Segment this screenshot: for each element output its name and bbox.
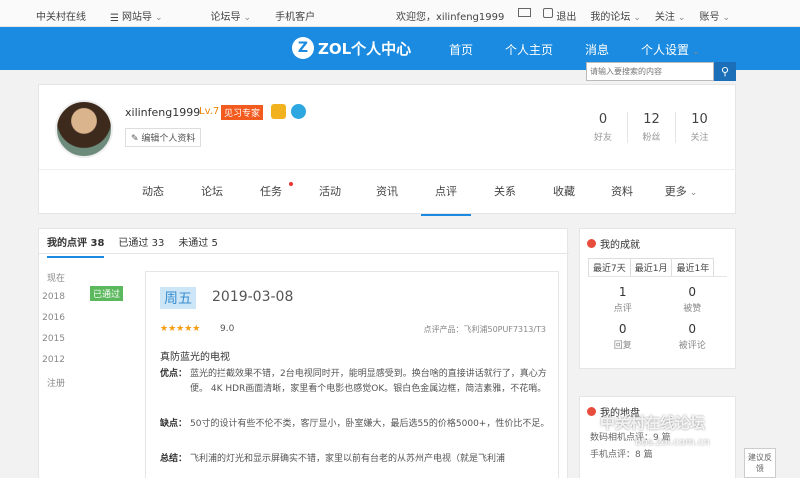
- ach-likes: 0 被赞: [683, 285, 702, 314]
- pencil-icon: ✎: [131, 134, 142, 144]
- tab-tasks[interactable]: 任务: [253, 170, 293, 216]
- profile-stats: 0 好友 12 粉丝 10 关注: [579, 112, 723, 143]
- reviews-panel: 我的点评 38 已通过 33 未通过 5 现在 2018 2016 2015 2…: [38, 228, 569, 478]
- area-row[interactable]: 手机点评：8 篇: [590, 447, 725, 460]
- follow-link[interactable]: 关注: [655, 8, 686, 23]
- exit-icon: [543, 8, 554, 18]
- tab-more[interactable]: 更多: [661, 170, 701, 216]
- title-tag: 见习专家: [221, 105, 264, 120]
- level-badge: Lv.7: [199, 106, 220, 117]
- range-tabs: 最近7天 最近1月 最近1年: [588, 258, 727, 277]
- search-button[interactable]: ⚲: [714, 62, 736, 81]
- my-forum-link[interactable]: 我的论坛: [590, 8, 641, 23]
- timeline-2016[interactable]: 2016: [39, 313, 67, 334]
- watermark-url: bbs.zol.com.cn: [635, 437, 710, 448]
- nav-settings[interactable]: 个人设置: [641, 41, 700, 58]
- tab-approved[interactable]: 已通过 33: [118, 234, 164, 258]
- zol-home-link[interactable]: 中关村在线: [36, 8, 86, 23]
- account-link[interactable]: 账号: [699, 8, 730, 23]
- tab-profile[interactable]: 资料: [604, 170, 640, 216]
- review-filter-tabs: 我的点评 38 已通过 33 未通过 5: [47, 234, 232, 258]
- timeline-2018[interactable]: 2018: [39, 292, 67, 313]
- tab-favorites[interactable]: 收藏: [546, 170, 582, 216]
- timeline-2012[interactable]: 2012: [39, 355, 67, 376]
- nav-messages[interactable]: 消息: [585, 41, 609, 58]
- edit-profile-button[interactable]: ✎ 编辑个人资料: [125, 128, 202, 147]
- achievements-title: 我的成就: [580, 229, 735, 258]
- tab-rejected[interactable]: 未通过 5: [178, 234, 218, 258]
- review-card: 周五 2019-03-08 ★★★★★ 9.0 点评产品：飞利浦50PUF731…: [145, 271, 559, 478]
- review-title[interactable]: 真防蓝光的电视: [160, 348, 230, 363]
- top-bar: 中关村在线 ☰网站导 论坛导 手机客户 欢迎您，xilinfeng1999 退出…: [0, 0, 800, 27]
- stat-fans[interactable]: 12 粉丝: [627, 112, 675, 143]
- tab-events[interactable]: 活动: [312, 170, 348, 216]
- logout-link[interactable]: 退出: [556, 8, 576, 23]
- search-input[interactable]: [586, 62, 714, 81]
- site-nav-link[interactable]: ☰ 网站导: [110, 8, 187, 24]
- divider: [39, 253, 569, 254]
- status-badge: 已通过: [90, 286, 124, 301]
- range-1y[interactable]: 最近1年: [671, 258, 715, 276]
- stat-following[interactable]: 10 关注: [675, 112, 723, 143]
- welcome-text: 欢迎您，xilinfeng1999: [395, 12, 505, 23]
- rating-score: 9.0: [220, 324, 235, 334]
- timeline-register[interactable]: 注册: [39, 376, 67, 397]
- star-rating: ★★★★★: [160, 324, 201, 334]
- username[interactable]: xilinfeng1999: [125, 106, 200, 119]
- nav-homepage[interactable]: 个人主页: [505, 41, 553, 58]
- forum-nav-link[interactable]: 论坛导: [211, 8, 252, 23]
- mail-icon[interactable]: [518, 8, 532, 17]
- main-nav: 首页 个人主页 消息 个人设置: [449, 41, 732, 58]
- range-1m[interactable]: 最近1月: [629, 258, 673, 276]
- achievements-box: 我的成就 最近7天 最近1月 最近1年 1 点评 0 被赞 0 回复 0 被评论: [579, 228, 736, 369]
- timeline-now[interactable]: 现在: [39, 271, 67, 292]
- review-pros: 优点： 蓝光的拦截效果不错，2台电视同时开，能明显感受到。换台啥的直接讲话就行了，…: [160, 369, 547, 394]
- tab-reviews[interactable]: 点评: [421, 170, 471, 216]
- menu-icon: ☰: [110, 13, 119, 24]
- timeline-2015[interactable]: 2015: [39, 334, 67, 355]
- ach-reviews: 1 点评: [613, 285, 632, 314]
- profile-card: xilinfeng1999 Lv.7 见习专家 ✎ 编辑个人资料 0 好友 12 粉…: [38, 84, 737, 216]
- review-date: 2019-03-08: [212, 289, 294, 305]
- review-summary: 总结： 飞利浦的灯光和显示屏确实不错，家里以前有台老的从苏州产电视（就是飞利浦: [160, 454, 506, 464]
- review-weekday: 周五: [160, 287, 196, 309]
- zol-logo[interactable]: Z ZOL个人中心: [292, 37, 411, 59]
- timeline: 现在 2018 2016 2015 2012 注册: [39, 271, 67, 397]
- avatar[interactable]: [55, 100, 113, 158]
- tab-news[interactable]: 资讯: [369, 170, 405, 216]
- search-box: ⚲: [586, 62, 736, 81]
- achievements-grid: 1 点评 0 被赞 0 回复 0 被评论: [588, 281, 727, 355]
- watermark: 中关村在线论坛: [600, 414, 706, 432]
- notification-dot: [289, 182, 293, 186]
- ach-comments: 0 被评论: [678, 322, 706, 351]
- mobile-client-link[interactable]: 手机客户: [275, 8, 315, 23]
- stat-friends[interactable]: 0 好友: [579, 112, 627, 143]
- medal-icon[interactable]: [271, 104, 286, 119]
- tab-relations[interactable]: 关系: [487, 170, 523, 216]
- ach-replies: 0 回复: [613, 322, 632, 351]
- review-product[interactable]: 点评产品：飞利浦50PUF7313/T3: [424, 324, 547, 335]
- tab-my-reviews[interactable]: 我的点评 38: [47, 234, 105, 258]
- water-drop-icon[interactable]: [291, 104, 306, 119]
- search-icon: ⚲: [720, 65, 730, 78]
- tab-forum[interactable]: 论坛: [194, 170, 230, 216]
- feedback-button[interactable]: 建议反馈: [744, 448, 776, 478]
- tab-activity[interactable]: 动态: [135, 170, 171, 216]
- nav-home[interactable]: 首页: [449, 41, 473, 58]
- range-7d[interactable]: 最近7天: [588, 258, 631, 276]
- zol-logo-icon: Z: [292, 37, 314, 59]
- review-cons: 缺点： 50寸的设计有些不伦不类，客厅显小，卧室嫌大，最后选55的价格5000+，…: [160, 419, 550, 429]
- profile-tabs: 动态 论坛 任务 活动 资讯 点评 关系 收藏 资料 更多: [39, 169, 737, 216]
